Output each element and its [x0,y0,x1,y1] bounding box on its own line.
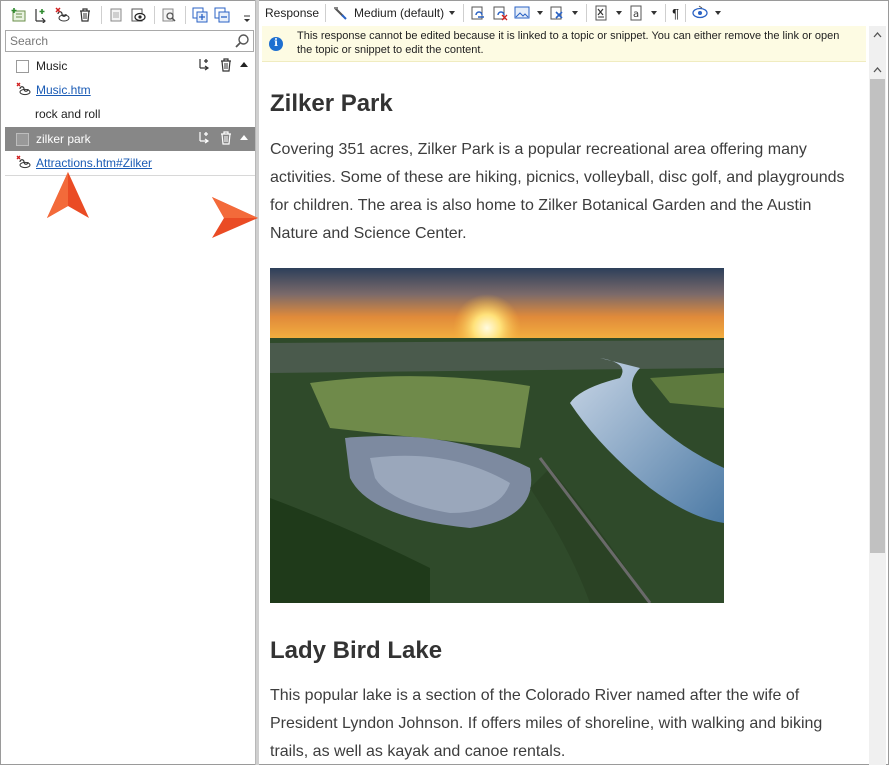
delete-icon[interactable] [75,5,95,25]
vertical-scrollbar[interactable] [869,26,886,765]
search-box [5,30,254,52]
link-row-attractions: Attractions.htm#Zilker [5,151,255,175]
collapse-all-icon[interactable] [212,5,232,25]
preview-dropdown-icon[interactable] [715,11,722,15]
broken-link-icon [16,155,32,172]
editor-toolbar: Response Medium (default) a ¶ [259,1,888,25]
remove-link-icon[interactable] [53,5,73,25]
response-text: rock and roll [35,107,101,121]
style-picker-icon[interactable] [330,3,350,23]
phrase-row-zilker-park[interactable]: zilker park [5,127,255,151]
collapse-arrow-icon[interactable] [239,132,249,146]
callout-arrow-up-icon [47,172,89,218]
list-divider [5,175,255,176]
phrase-label: zilker park [36,132,91,146]
pane-splitter[interactable] [255,0,259,765]
add-link-icon[interactable] [197,58,213,75]
scrollbar-thumb[interactable] [870,79,885,553]
left-toolbar [1,1,255,28]
link-row-music-htm: Music.htm [5,78,255,102]
svg-text:a: a [633,9,639,20]
snippet-dropdown-icon[interactable] [572,11,579,15]
insert-image-icon[interactable] [512,3,532,23]
delete-icon[interactable] [219,57,233,75]
linked-topic-link[interactable]: Attractions.htm#Zilker [36,156,152,170]
add-link-icon[interactable] [197,131,213,148]
search-icon[interactable] [234,33,250,54]
toolbar-separator [685,4,687,22]
collapse-arrow-icon[interactable] [239,59,249,73]
toolbar-separator [586,4,588,22]
search-input[interactable] [6,31,226,51]
copy-icon[interactable] [106,5,126,25]
paragraph-lady-bird-lake: This popular lake is a section of the Co… [270,687,823,760]
preview-icon[interactable] [128,5,148,25]
insert-variable-icon[interactable] [591,3,611,23]
more-dropdown-icon[interactable] [243,11,251,22]
callout-arrow-right-icon [212,197,258,238]
heading-lady-bird-lake: Lady Bird Lake [270,637,443,664]
insert-link-icon[interactable] [468,3,488,23]
paragraph-zilker-park: Covering 351 acres, Zilker Park is a pop… [270,141,845,242]
phrase-row-music[interactable]: Music [5,54,255,78]
notice-text: This response cannot be edited because i… [297,30,840,56]
scroll-up-arrow-icon[interactable] [869,63,886,77]
response-row-rock-and-roll[interactable]: rock and roll [5,102,255,126]
info-icon: i [269,37,283,51]
find-icon[interactable] [159,5,179,25]
add-topic-icon[interactable] [9,5,29,25]
show-formatting-toggle[interactable]: ¶ [672,6,679,21]
style-dropdown-icon[interactable] [449,11,456,15]
toolbar-separator [185,5,186,24]
phrase-label: Music [36,59,68,73]
toolbar-separator [665,4,667,22]
phrase-list-pane: Music Music.htm rock and roll zilker par… [1,1,255,764]
zilker-park-photo [270,268,724,603]
heading-zilker-park: Zilker Park [270,90,393,117]
response-label: Response [265,6,320,20]
insert-text-icon[interactable]: a [626,3,646,23]
image-dropdown-icon[interactable] [537,11,544,15]
toolbar-separator [154,5,155,24]
scroll-up-arrow-icon[interactable] [869,28,886,42]
read-only-notice: i This response cannot be edited because… [262,26,866,62]
toolbar-separator [101,5,102,24]
insert-snippet-icon[interactable] [547,3,567,23]
broken-link-icon [16,82,32,99]
delete-icon[interactable] [219,130,233,148]
add-link-icon[interactable] [31,5,51,25]
phrase-checkbox[interactable] [16,59,29,73]
text-dropdown-icon[interactable] [651,11,658,15]
variable-dropdown-icon[interactable] [616,11,623,15]
toolbar-separator [325,4,327,22]
style-select[interactable]: Medium (default) [354,6,444,20]
phrase-checkbox[interactable] [16,132,29,146]
preview-icon[interactable] [690,3,710,23]
remove-hyperlink-icon[interactable] [490,3,510,23]
expand-all-icon[interactable] [190,5,210,25]
toolbar-separator [463,4,465,22]
response-content: Zilker Park Covering 351 acres, Zilker P… [270,62,860,765]
linked-topic-link[interactable]: Music.htm [36,83,91,97]
